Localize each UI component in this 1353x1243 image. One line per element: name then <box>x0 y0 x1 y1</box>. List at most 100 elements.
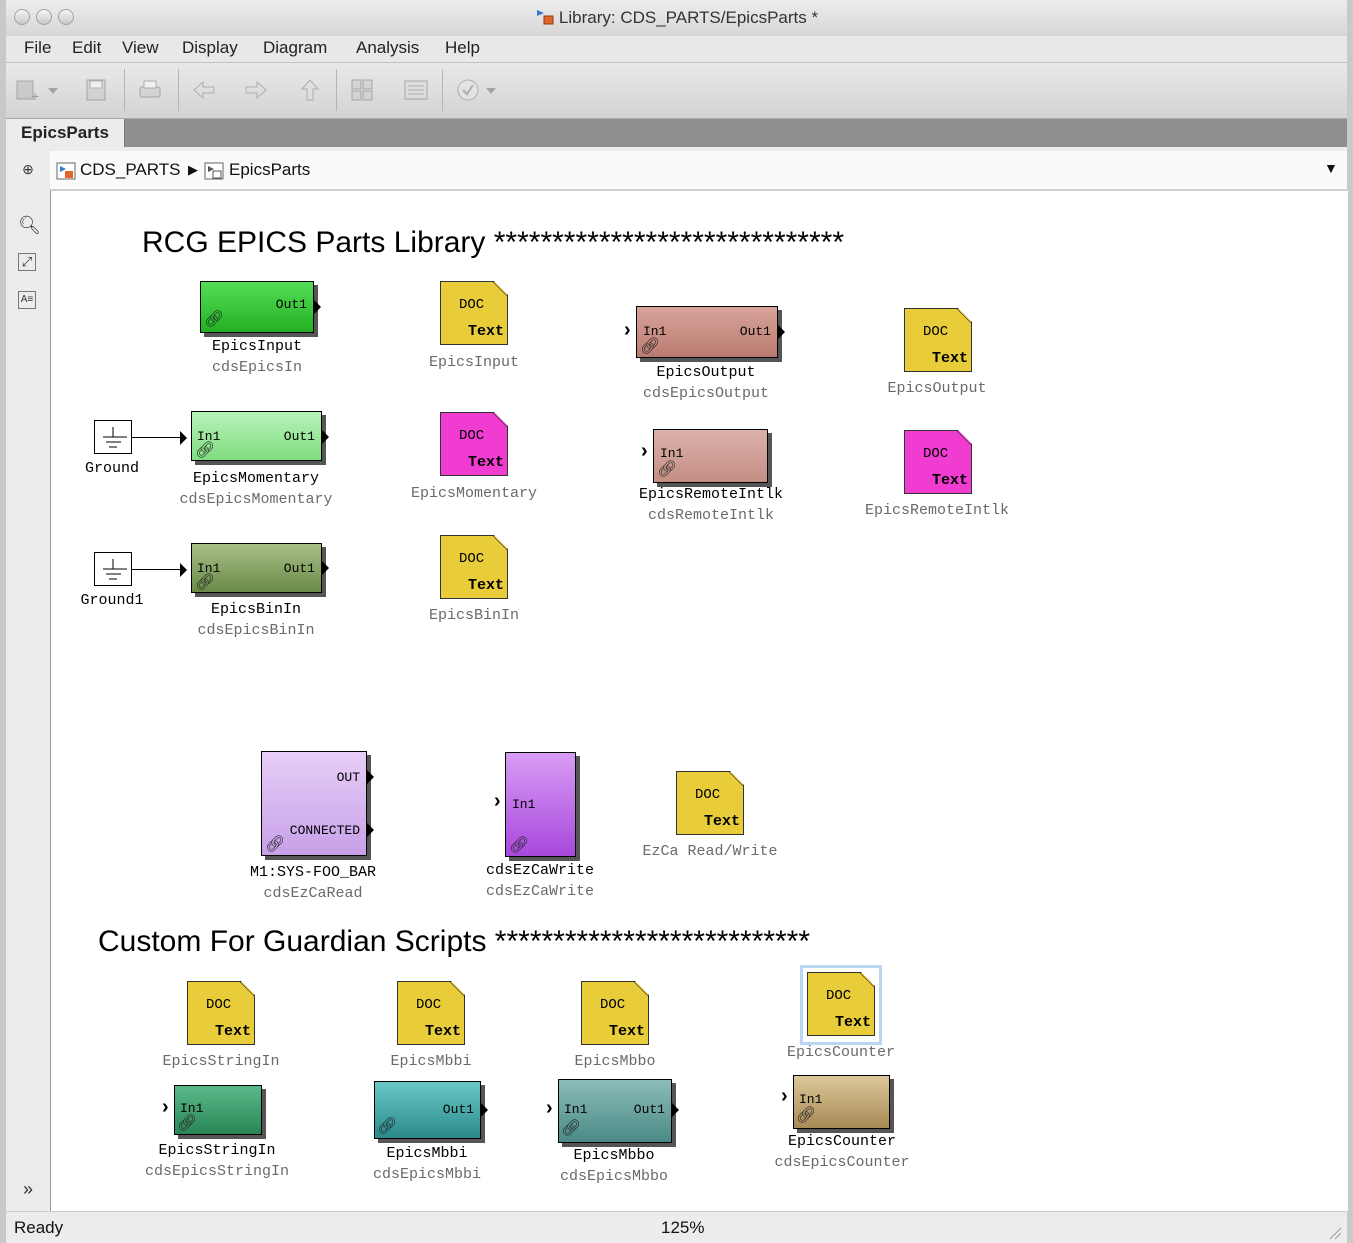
epics-binin-block[interactable]: In1 Out1 🔗︎ <box>191 543 322 593</box>
ezca-read-block[interactable]: OUT CONNECTED 🔗︎ <box>261 751 367 856</box>
menu-file[interactable]: File <box>24 38 51 58</box>
doc-ezca[interactable]: DOC Text <box>676 771 744 835</box>
hide-browser-icon[interactable]: ⊕ <box>18 161 38 181</box>
input-port-icon: › <box>781 1085 788 1107</box>
model-explorer-icon[interactable] <box>402 76 430 104</box>
signal-wire <box>132 569 186 570</box>
doc-epics-remote-intlk[interactable]: DOC Text <box>904 430 972 494</box>
doc-epics-binin[interactable]: DOC Text <box>440 535 508 599</box>
menu-diagram[interactable]: Diagram <box>263 38 327 58</box>
menu-bar: File Edit View Display Diagram Analysis … <box>6 36 1347 63</box>
heading-rcg-epics: RCG EPICS Parts Library ****************… <box>142 226 844 259</box>
epics-remote-intlk-block[interactable]: In1 🔗︎ <box>653 429 768 483</box>
input-port-icon: › <box>494 790 501 812</box>
output-port-icon <box>481 1103 488 1117</box>
ground1-block[interactable] <box>94 552 132 586</box>
library-icon <box>536 10 554 25</box>
back-icon[interactable] <box>190 76 218 104</box>
doc-epics-mbbi[interactable]: DOC Text <box>397 981 465 1045</box>
epics-binin-sub: cdsEpicsBinIn <box>197 622 315 639</box>
wire-arrow-icon <box>180 431 187 445</box>
doc-epics-momentary-label: EpicsMomentary <box>410 485 538 502</box>
fit-to-view-icon[interactable]: ⤢ <box>18 253 36 271</box>
tab-epicsparts[interactable]: EpicsParts <box>6 119 125 147</box>
resize-grip-icon[interactable] <box>1326 1224 1342 1240</box>
doc-label: DOC <box>459 428 485 444</box>
doc-label: DOC <box>416 997 442 1013</box>
menu-view[interactable]: View <box>122 38 159 58</box>
epics-input-sub: cdsEpicsIn <box>211 359 303 376</box>
link-icon: 🔗︎ <box>195 442 216 459</box>
ezca-write-name: cdsEzCaWrite <box>485 862 595 879</box>
annotation-icon[interactable]: A≡ <box>18 291 36 309</box>
link-icon: 🔗︎ <box>796 1107 817 1124</box>
doc-ezca-label: EzCa Read/Write <box>642 843 778 860</box>
doc-label: DOC <box>826 988 852 1004</box>
doc-label: DOC <box>459 551 485 567</box>
new-model-icon[interactable]: + <box>14 76 42 104</box>
doc-label: DOC <box>600 997 626 1013</box>
epics-binin-name: EpicsBinIn <box>210 601 302 618</box>
input-port-icon: › <box>624 319 631 341</box>
epics-output-block[interactable]: In1 Out1 🔗︎ <box>636 306 778 358</box>
forward-icon[interactable] <box>242 76 270 104</box>
link-icon: 🔗︎ <box>509 837 530 854</box>
check-dropdown-icon[interactable] <box>484 76 498 104</box>
epics-mbbi-name: EpicsMbbi <box>386 1145 468 1162</box>
library-browser-icon[interactable] <box>348 76 376 104</box>
ground-icon <box>103 559 127 580</box>
breadcrumb-root[interactable]: CDS_PARTS <box>80 160 180 180</box>
epics-output-name: EpicsOutput <box>656 364 756 381</box>
epics-momentary-name: EpicsMomentary <box>192 470 320 487</box>
menu-analysis[interactable]: Analysis <box>356 38 419 58</box>
doc-epics-input-label: EpicsInput <box>428 354 520 371</box>
check-model-icon[interactable] <box>454 76 482 104</box>
link-icon: 🔗︎ <box>204 311 225 328</box>
menu-edit[interactable]: Edit <box>72 38 101 58</box>
link-icon: 🔗︎ <box>177 1115 198 1132</box>
ground-block[interactable] <box>94 420 132 454</box>
status-bar: Ready 125% <box>6 1211 1347 1243</box>
up-icon[interactable] <box>296 76 324 104</box>
breadcrumb-dropdown-icon[interactable]: ▼ <box>1324 160 1338 176</box>
connected-port-label: CONNECTED <box>289 823 360 838</box>
epics-input-block[interactable]: Out1 🔗︎ <box>200 281 314 333</box>
link-icon: 🔗︎ <box>265 836 286 853</box>
expand-icon[interactable]: » <box>18 1179 38 1199</box>
menu-help[interactable]: Help <box>445 38 480 58</box>
in-port-label: In1 <box>564 1102 588 1117</box>
breadcrumb-separator-icon: ▶ <box>188 162 198 177</box>
epics-mbbo-sub: cdsEpicsMbbo <box>559 1168 669 1185</box>
doc-text: Text <box>467 577 504 594</box>
ezca-write-block[interactable]: In1 🔗︎ <box>505 752 576 857</box>
link-icon: 🔗︎ <box>657 461 678 478</box>
print-icon[interactable] <box>136 76 164 104</box>
save-icon[interactable] <box>82 76 110 104</box>
zoom-in-icon[interactable]: 🔍︎ <box>18 215 41 235</box>
doc-epics-input[interactable]: DOC Text <box>440 281 508 345</box>
out-port-label: Out1 <box>442 1102 474 1117</box>
epics-counter-block[interactable]: In1 🔗︎ <box>793 1075 890 1129</box>
epics-counter-sub: cdsEpicsCounter <box>774 1154 910 1171</box>
doc-epics-mbbo[interactable]: DOC Text <box>581 981 649 1045</box>
out-port-label: Out1 <box>739 324 771 339</box>
doc-text: Text <box>931 350 968 367</box>
input-port-icon: › <box>162 1096 169 1118</box>
epics-mbbo-block[interactable]: In1 Out1 🔗︎ <box>558 1079 672 1143</box>
new-dropdown-icon[interactable] <box>46 76 60 104</box>
window-title: Library: CDS_PARTS/EpicsParts * <box>6 8 1347 28</box>
epics-stringin-block[interactable]: In1 🔗︎ <box>174 1085 262 1135</box>
subsystem-icon <box>204 162 224 180</box>
menu-display[interactable]: Display <box>182 38 238 58</box>
output-port-icon <box>314 300 321 314</box>
doc-epics-momentary[interactable]: DOC Text <box>440 412 508 476</box>
doc-epics-stringin[interactable]: DOC Text <box>187 981 255 1045</box>
doc-text: Text <box>834 1014 871 1031</box>
ground-icon <box>103 427 127 448</box>
doc-epics-counter[interactable]: DOC Text <box>807 972 875 1036</box>
doc-epics-output[interactable]: DOC Text <box>904 308 972 372</box>
epics-mbbi-block[interactable]: Out1 🔗︎ <box>374 1081 481 1139</box>
epics-momentary-block[interactable]: In1 Out1 🔗︎ <box>191 411 322 461</box>
breadcrumb-current[interactable]: EpicsParts <box>229 160 310 180</box>
breadcrumb: CDS_PARTS ▶ EpicsParts ▼ <box>50 151 1347 190</box>
